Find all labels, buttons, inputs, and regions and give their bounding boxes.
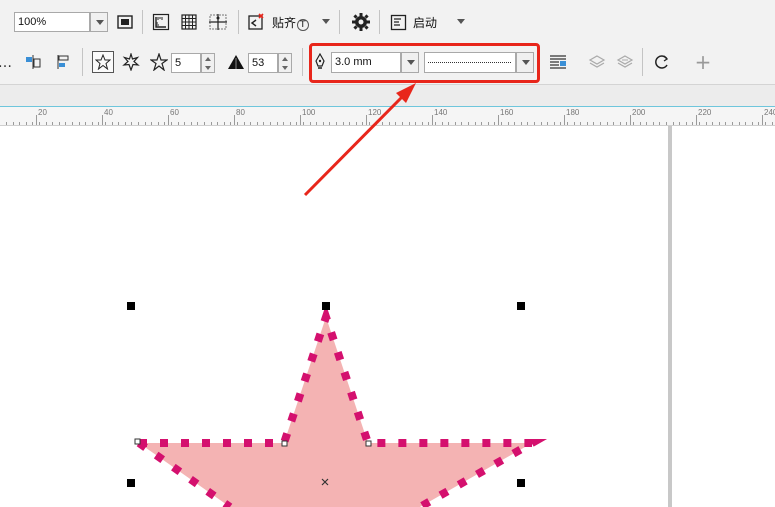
annotation-arrow: [303, 83, 416, 197]
node-marker[interactable]: [134, 438, 141, 445]
selection-handle-middle-left[interactable]: [127, 479, 135, 487]
selection-handle-top-center[interactable]: [322, 302, 330, 310]
selection-handle-top-left[interactable]: [127, 302, 135, 310]
canvas-overlay: [127, 83, 548, 507]
node-marker[interactable]: [365, 440, 372, 447]
selection-handle-top-right[interactable]: [517, 302, 525, 310]
node-marker[interactable]: [281, 440, 288, 447]
star-shape[interactable]: [139, 317, 532, 507]
selection-handle-middle-right[interactable]: [517, 479, 525, 487]
